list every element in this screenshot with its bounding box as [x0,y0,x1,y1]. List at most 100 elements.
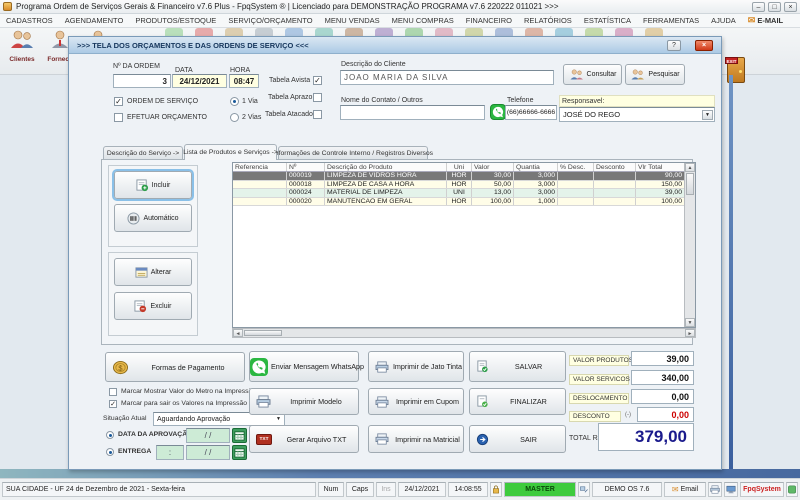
automatico-label: Automático [143,215,178,222]
whatsapp-icon [250,358,268,376]
phone-field[interactable]: (66)66666-6666 [505,105,557,120]
automatico-button[interactable]: Automático [114,204,192,232]
table-horizontal-scrollbar[interactable]: ◄ ► [232,328,696,338]
aprovacao-date-field[interactable]: / / [186,428,230,443]
contact-field[interactable] [340,105,485,120]
tab-lista-produtos[interactable]: Lista de Produtos e Serviços -> [184,144,277,160]
menu-relatorios[interactable]: RELATÓRIOS [518,16,578,25]
printer-icon [375,396,389,408]
minimize-button[interactable]: – [752,2,765,12]
status-num: Num [318,482,344,497]
table-row[interactable]: 000020 MANUTENCAO EM GERAL HOR 100,00 1,… [233,198,684,207]
table-vertical-scrollbar[interactable]: ▲ ▼ [684,163,695,327]
menu-email[interactable]: ✉ E-MAIL [742,15,789,26]
monitor-icon[interactable] [724,482,738,497]
menu-vendas[interactable]: MENU VENDAS [319,16,386,25]
menu-servico-orcamento[interactable]: SERVIÇO/ORÇAMENTO [222,16,318,25]
calendar-icon[interactable] [232,445,247,460]
deslocamento-label: DESLOCAMENTO [569,393,629,404]
formas-pagamento-button[interactable]: $ Formas de Pagamento [105,352,245,382]
imprimir-matricial-button[interactable]: Imprimir na Matricial [368,425,464,453]
application-window: Programa Ordem de Serviços Gerais & Fina… [0,0,800,500]
ordem-servico-checkbox[interactable]: ✓ [114,97,123,106]
scroll-down-icon[interactable]: ▼ [685,318,695,327]
sair-button[interactable]: SAIR [469,425,566,453]
scroll-thumb[interactable] [686,173,694,195]
responsavel-label: Responsavel: [562,98,604,105]
hour-field[interactable]: 08:47 [229,74,259,88]
dialog-help-button[interactable]: ? [667,40,681,51]
via1-radio[interactable] [230,97,239,106]
responsavel-dropdown[interactable]: JOSÉ DO REGO ▼ [559,107,715,122]
order-number-label: Nº DA ORDEM [113,63,160,70]
order-number-field[interactable]: 3 [113,74,171,88]
pesquisar-button[interactable]: Pesquisar [625,64,685,85]
imprimir-cupom-button[interactable]: Imprimir em Cupom [368,388,464,415]
menu-compras[interactable]: MENU COMPRAS [386,16,460,25]
salvar-button[interactable]: SALVAR [469,351,566,382]
tabela-avista-checkbox[interactable]: ✓ [313,76,322,85]
menu-financeiro[interactable]: FINANCEIRO [460,16,518,25]
table-row[interactable]: 000018 LIMPEZA DE CASA A HORA HOR 50,00 … [233,181,684,190]
status-email[interactable]: ✉ Email [664,482,706,497]
status-ins: Ins [376,482,396,497]
maximize-button[interactable]: □ [768,2,781,12]
dialog-close-button[interactable]: × [695,40,713,51]
consultar-button[interactable]: Consultar [563,64,622,85]
entrega-radio[interactable] [106,448,114,456]
entrega-label: ENTREGA [118,448,151,455]
scroll-left-icon[interactable]: ◄ [233,329,243,337]
status-master-badge: MASTER [504,482,576,497]
menu-ajuda[interactable]: AJUDA [705,16,742,25]
brand-icon [786,482,798,497]
imprimir-cupom-label: Imprimir em Cupom [392,397,463,406]
add-document-icon [136,179,149,192]
tab-informacoes-controle[interactable]: Informações de Controle Interno / Regist… [278,146,428,160]
save-icon [476,360,489,373]
finalizar-button[interactable]: FINALIZAR [469,388,566,415]
close-button[interactable]: × [784,2,797,12]
contact-label: Nome do Contato / Outros [341,97,423,104]
whatsapp-message-button[interactable]: Enviar Mensagem WhatsApp [249,351,359,382]
gerar-txt-button[interactable]: TXT Gerar Arquivo TXT [249,425,359,453]
entrega-date-field[interactable]: / / [186,445,230,460]
incluir-button[interactable]: Incluir [114,171,192,199]
whatsapp-icon[interactable] [490,104,506,120]
printer-icon[interactable] [708,482,722,497]
tabela-atacado-checkbox[interactable] [313,110,322,119]
window-bottom-edge [0,469,800,478]
menu-produtos-estoque[interactable]: PRODUTOS/ESTOQUE [129,16,222,25]
efetuar-orcamento-checkbox[interactable] [114,113,123,122]
menu-cadastros[interactable]: CADASTROS [0,16,59,25]
table-row[interactable]: 000024 MATERIAL DE LIMPEZA UNI 13,00 3,0… [233,189,684,198]
data-aprovacao-radio[interactable] [106,431,114,439]
menu-agendamento[interactable]: AGENDAMENTO [59,16,130,25]
scroll-right-icon[interactable]: ► [685,329,695,337]
via2-radio[interactable] [230,113,239,122]
products-table: Referencia Nº Descrição do Produto Uni V… [232,162,696,328]
scroll-thumb[interactable] [244,330,282,336]
tabela-aprazo-checkbox[interactable] [313,93,322,102]
valores-checkbox[interactable]: ✓ [109,400,117,408]
metro-checkbox[interactable] [109,388,117,396]
imprimir-jato-button[interactable]: Imprimir de Jato Tinta [368,351,464,382]
client-label: Descrição do Cliente [341,61,406,68]
dialog-titlebar[interactable]: >>> TELA DOS ORÇAMENTOS E DAS ORDENS DE … [69,37,721,54]
alterar-button[interactable]: Alterar [114,258,192,286]
dropdown-arrow-icon[interactable]: ▼ [702,110,713,120]
calendar-icon[interactable] [232,428,247,443]
scroll-up-icon[interactable]: ▲ [685,163,695,172]
table-row[interactable]: 000019 LIMPEZA DE VIDROS HORA HOR 30,00 … [233,172,684,181]
date-field[interactable]: 24/12/2021 [172,74,227,88]
excluir-button[interactable]: Excluir [114,292,192,320]
tab-descricao-servico[interactable]: Descrição do Serviço -> [103,146,183,160]
envelope-icon: ✉ [672,485,679,494]
imprimir-modelo-button[interactable]: Imprimir Modelo [249,388,359,415]
menu-estatistica[interactable]: ESTATÍSTICA [578,16,637,25]
whatsapp-message-label: Enviar Mensagem WhatsApp [271,362,364,371]
client-field[interactable]: JOAO MARIA DA SILVA [340,70,554,85]
entrega-time-field[interactable]: : [156,445,184,460]
desconto-value[interactable]: 0,00 [637,407,694,422]
dropdown-arrow-icon[interactable]: ▼ [276,416,281,422]
menu-ferramentas[interactable]: FERRAMENTAS [637,16,705,25]
